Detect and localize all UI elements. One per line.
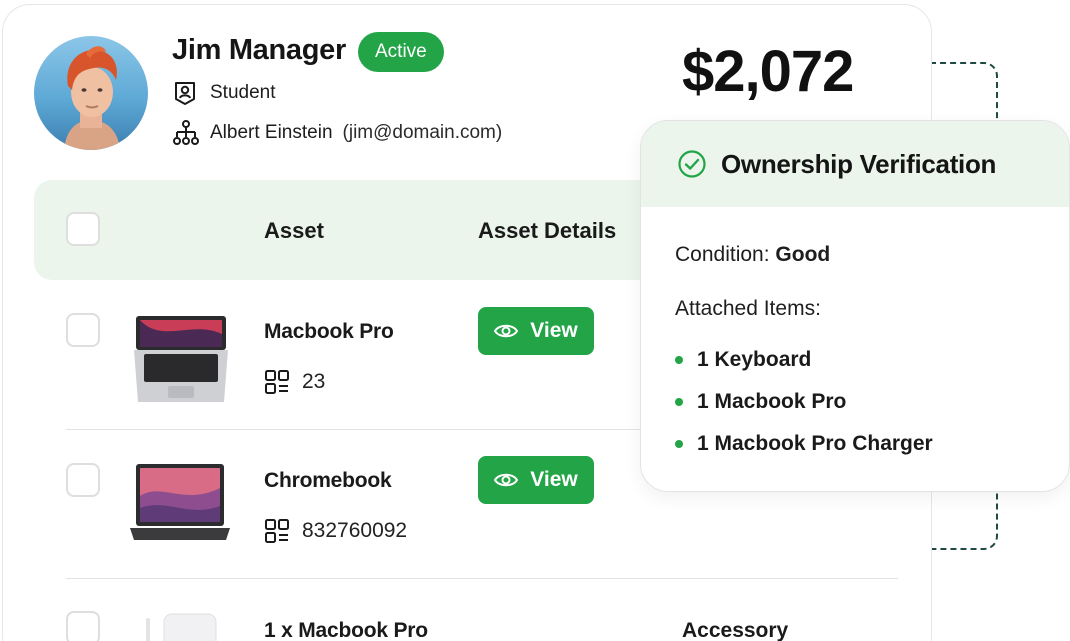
status-badge: Active	[358, 32, 444, 72]
asset-id: 23	[264, 369, 325, 395]
bullet-icon	[675, 356, 683, 364]
manager-name: Albert Einstein	[210, 122, 333, 143]
total-asset-value: $2,072	[682, 39, 854, 104]
asset-type: Accessory	[682, 619, 789, 641]
asset-name: 1 x Macbook Pro	[264, 619, 428, 641]
view-button-label: View	[530, 468, 578, 491]
attached-item-label: 1 Macbook Pro	[697, 390, 847, 413]
row-checkbox[interactable]	[66, 313, 100, 347]
asset-id-value: 23	[302, 370, 326, 393]
row-checkbox[interactable]	[66, 611, 100, 641]
list-item: 1 Macbook Pro Charger	[675, 423, 933, 465]
select-all-checkbox[interactable]	[66, 212, 100, 246]
condition-label: Condition:	[675, 243, 770, 266]
verification-title: Ownership Verification	[721, 148, 997, 179]
bullet-icon	[675, 398, 683, 406]
user-badge-icon	[175, 82, 195, 105]
list-item: 1 Macbook Pro	[675, 381, 933, 423]
bullet-icon	[675, 440, 683, 448]
manager-row: Albert Einstein (jim@domain.com)	[172, 119, 502, 147]
attached-items-list: 1 Keyboard 1 Macbook Pro 1 Macbook Pro C…	[675, 339, 933, 465]
manager-email[interactable]: (jim@domain.com)	[343, 122, 503, 144]
check-circle-icon	[678, 150, 706, 178]
eye-icon	[494, 473, 519, 487]
attached-item-label: 1 Macbook Pro Charger	[697, 432, 933, 455]
avatar-portrait-icon	[64, 46, 120, 150]
attached-item-label: 1 Keyboard	[697, 348, 812, 371]
role-row: Student	[172, 80, 276, 106]
hierarchy-icon	[173, 120, 199, 145]
asset-name: Chromebook	[264, 469, 392, 492]
row-checkbox[interactable]	[66, 463, 100, 497]
asset-id: 832760092	[264, 518, 407, 544]
macbook-pro-image	[134, 316, 228, 402]
list-item: 1 Keyboard	[675, 339, 933, 381]
role-label: Student	[210, 82, 276, 103]
asset-id-value: 832760092	[302, 519, 408, 542]
asset-tag-icon	[265, 370, 289, 394]
charger-image	[146, 613, 217, 641]
chromebook-image	[130, 464, 230, 540]
verification-header: Ownership Verification	[641, 121, 1069, 207]
eye-icon	[494, 324, 519, 338]
header-asset: Asset	[264, 218, 324, 243]
attached-items-label: Attached Items:	[675, 297, 821, 320]
condition-row: Condition: Good	[675, 243, 830, 267]
user-name: Jim Manager	[172, 34, 346, 66]
view-button-label: View	[530, 319, 578, 342]
asset-tag-icon	[265, 519, 289, 543]
asset-name: Macbook Pro	[264, 320, 394, 343]
avatar	[34, 36, 148, 150]
condition-value: Good	[775, 243, 831, 266]
view-button[interactable]: View	[478, 307, 594, 355]
row-divider	[66, 578, 898, 579]
ownership-verification-card: Ownership Verification Condition: Good A…	[640, 120, 1070, 492]
header-asset-details: Asset Details	[478, 218, 617, 243]
view-button[interactable]: View	[478, 456, 594, 504]
